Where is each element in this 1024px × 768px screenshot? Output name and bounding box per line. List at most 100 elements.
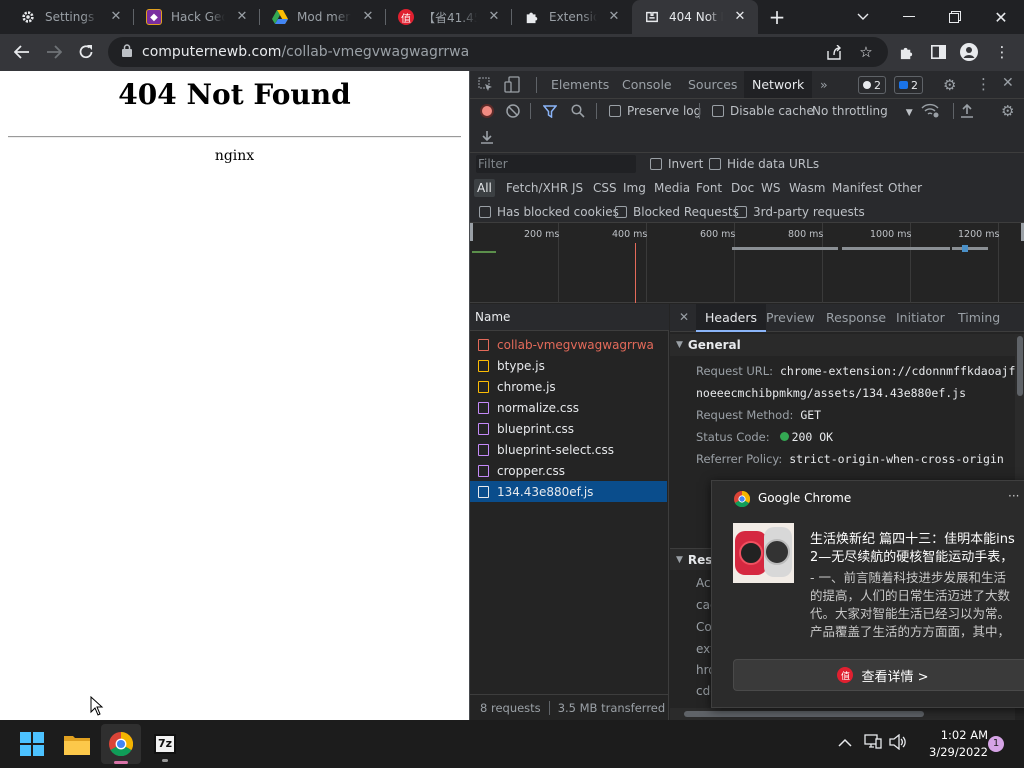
request-row[interactable]: blueprint-select.css: [470, 439, 667, 460]
type-filter-all[interactable]: All: [474, 179, 495, 197]
chrome-taskbar-icon[interactable]: [101, 724, 141, 764]
blocked-requests-checkbox[interactable]: Blocked Requests: [615, 205, 739, 219]
request-row[interactable]: cropper.css: [470, 460, 667, 481]
close-tab-icon[interactable]: ✕: [732, 9, 748, 25]
network-status-icon[interactable]: [864, 734, 882, 753]
general-section-header[interactable]: ▼ General: [670, 334, 1015, 356]
message-count-badge[interactable]: 2: [894, 76, 923, 94]
close-tab-icon[interactable]: ✕: [360, 9, 376, 25]
checkbox-box[interactable]: [615, 206, 627, 218]
network-settings-icon[interactable]: ⚙: [1001, 102, 1014, 120]
overview-handle-left[interactable]: [470, 223, 473, 241]
import-har-icon[interactable]: [960, 103, 974, 121]
network-conditions-icon[interactable]: [921, 103, 939, 121]
address-bar[interactable]: computernewb.com/collab-vmegvwagwagrrwa: [108, 37, 888, 67]
checkbox-box[interactable]: [712, 105, 724, 117]
error-count-badge[interactable]: 2: [858, 76, 886, 94]
checkbox-box[interactable]: [479, 206, 491, 218]
devtools-menu-icon[interactable]: ⋮: [976, 75, 991, 93]
search-icon[interactable]: [571, 104, 585, 121]
tab-response[interactable]: Response: [817, 304, 895, 332]
clear-icon[interactable]: [506, 104, 520, 121]
type-filter-img[interactable]: Img: [620, 179, 649, 197]
blocked-cookies-checkbox[interactable]: Has blocked cookies: [479, 205, 619, 219]
close-window-icon[interactable]: ✕: [981, 0, 1021, 34]
scrollbar-thumb[interactable]: [1017, 336, 1023, 396]
profile-avatar-icon[interactable]: [955, 38, 983, 66]
inspect-element-icon[interactable]: [478, 77, 493, 95]
settings-gear-icon[interactable]: ⚙: [943, 76, 956, 94]
request-row-selected[interactable]: 134.43e880ef.js: [470, 481, 667, 502]
share-icon[interactable]: [820, 38, 848, 66]
browser-tab-extensions[interactable]: Extensions ✕: [512, 0, 632, 34]
checkbox-box[interactable]: [650, 158, 662, 170]
close-devtools-icon[interactable]: ✕: [1002, 75, 1014, 91]
clock-date[interactable]: 3/29/2022: [918, 745, 988, 759]
side-panel-icon[interactable]: [924, 38, 952, 66]
restore-icon[interactable]: [935, 0, 975, 34]
type-filter-fetch-xhr[interactable]: Fetch/XHR: [503, 179, 571, 197]
request-row[interactable]: btype.js: [470, 355, 667, 376]
throttling-select[interactable]: No throttling ▼: [812, 104, 913, 118]
tab-preview[interactable]: Preview: [757, 304, 824, 332]
checkbox-box[interactable]: [735, 206, 747, 218]
type-filter-css[interactable]: CSS: [590, 179, 620, 197]
tab-timing[interactable]: Timing: [949, 304, 1009, 332]
disable-cache-checkbox[interactable]: Disable cache: [712, 104, 814, 118]
horizontal-scrollbar[interactable]: [670, 708, 1015, 720]
close-tab-icon[interactable]: ✕: [606, 9, 622, 25]
menu-kebab-icon[interactable]: ⋮: [988, 38, 1016, 66]
clock-time[interactable]: 1:02 AM: [918, 728, 988, 742]
type-filter-font[interactable]: Font: [693, 179, 725, 197]
type-filter-wasm[interactable]: Wasm: [786, 179, 828, 197]
request-row[interactable]: blueprint.css: [470, 418, 667, 439]
reload-icon[interactable]: [72, 38, 100, 66]
chrome-notification-toast[interactable]: Google Chrome ··· 生活焕新纪 篇四十三：佳明本能ins 2—无…: [711, 480, 1024, 708]
network-overview-timeline[interactable]: 200 ms 400 ms 600 ms 800 ms 1000 ms 1200…: [470, 223, 1024, 303]
browser-tab-404-active[interactable]: 404 Not Fo ✕: [632, 0, 758, 34]
tab-search-chevron-icon[interactable]: [843, 0, 883, 34]
type-filter-other[interactable]: Other: [885, 179, 925, 197]
type-filter-js[interactable]: JS: [569, 179, 586, 197]
filter-funnel-icon[interactable]: [542, 105, 558, 121]
lock-icon[interactable]: [122, 43, 132, 61]
scrollbar-thumb[interactable]: [684, 711, 924, 717]
browser-tab-mod-menu[interactable]: Mod menu ✕: [260, 0, 386, 34]
forward-icon[interactable]: [40, 38, 68, 66]
more-tabs-icon[interactable]: »: [812, 71, 836, 98]
checkbox-box[interactable]: [709, 158, 721, 170]
windows-start-icon[interactable]: [12, 724, 52, 764]
hide-data-urls-checkbox[interactable]: Hide data URLs: [709, 157, 819, 171]
7zip-icon[interactable]: 7z: [145, 724, 185, 764]
close-tab-icon[interactable]: ✕: [486, 9, 502, 25]
volume-icon[interactable]: [889, 733, 907, 753]
type-filter-doc[interactable]: Doc: [728, 179, 757, 197]
file-explorer-icon[interactable]: [57, 724, 97, 764]
name-column-header[interactable]: Name: [470, 304, 669, 331]
bookmark-star-icon[interactable]: ☆: [852, 38, 880, 66]
record-icon[interactable]: [480, 104, 494, 118]
export-har-icon[interactable]: [480, 129, 494, 147]
tab-elements[interactable]: Elements: [543, 71, 617, 98]
extensions-puzzle-icon[interactable]: [892, 38, 920, 66]
close-tab-icon[interactable]: ✕: [234, 9, 250, 25]
type-filter-ws[interactable]: WS: [758, 179, 783, 197]
minimize-icon[interactable]: [889, 0, 929, 34]
notification-count-badge[interactable]: 1: [988, 736, 1004, 752]
tab-headers[interactable]: Headers: [696, 304, 767, 332]
new-tab-icon[interactable]: +: [757, 0, 797, 34]
filter-input[interactable]: Filter: [476, 155, 636, 173]
view-details-button[interactable]: 值 查看详情 >: [733, 659, 1024, 691]
device-toolbar-icon[interactable]: [504, 76, 520, 96]
request-row[interactable]: chrome.js: [470, 376, 667, 397]
browser-tab-settings[interactable]: Settings - A ✕: [8, 0, 134, 34]
type-filter-media[interactable]: Media: [651, 179, 693, 197]
browser-tab-hack[interactable]: ◆ Hack Geom ✕: [134, 0, 260, 34]
tab-network[interactable]: Network: [744, 71, 813, 98]
close-details-icon[interactable]: ✕: [679, 310, 689, 324]
request-row[interactable]: normalize.css: [470, 397, 667, 418]
back-icon[interactable]: [8, 38, 36, 66]
third-party-checkbox[interactable]: 3rd-party requests: [735, 205, 865, 219]
preserve-log-checkbox[interactable]: Preserve log: [609, 104, 701, 118]
request-row[interactable]: collab-vmegvwagwagrrwa: [470, 334, 667, 355]
